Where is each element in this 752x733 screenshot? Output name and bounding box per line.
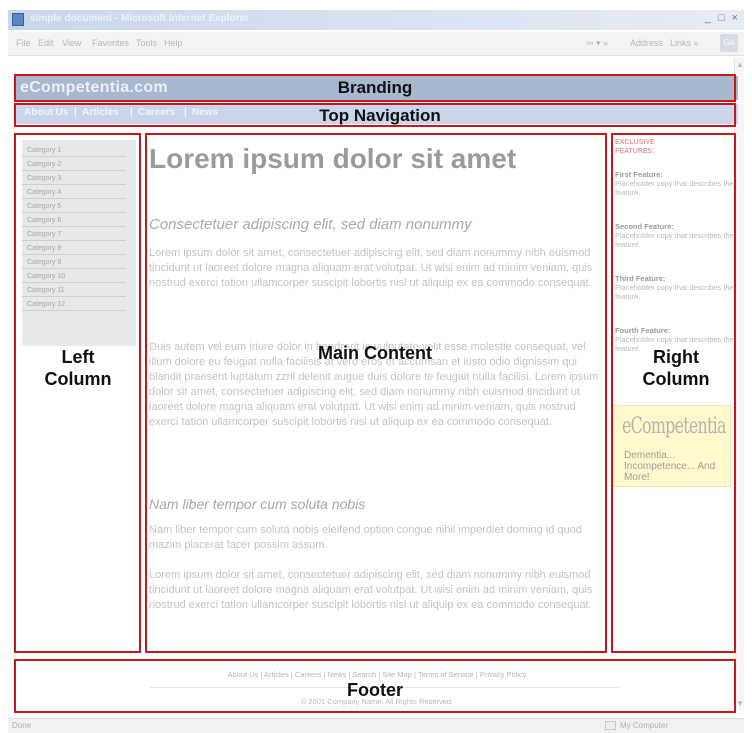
ie-document-icon xyxy=(12,13,24,26)
menu-bar: File Edit View Favorites Tools Help ⇦ ▾ … xyxy=(8,32,744,56)
status-text: Done xyxy=(12,721,32,730)
menu-help[interactable]: Help xyxy=(164,38,183,48)
menu-favorites[interactable]: Favorites xyxy=(92,38,129,48)
left-column-label: Left Column xyxy=(44,347,112,389)
main-content-label: Main Content xyxy=(318,343,432,363)
menu-file[interactable]: File xyxy=(16,38,31,48)
menu-tools[interactable]: Tools xyxy=(136,38,157,48)
window-controls[interactable]: _ □ × xyxy=(705,12,740,24)
go-button[interactable]: Go xyxy=(720,34,738,52)
links-label[interactable]: Links » xyxy=(670,38,699,48)
menu-edit[interactable]: Edit xyxy=(38,38,54,48)
left-column-region-outline xyxy=(14,133,141,653)
window-title: simple document - Microsoft Internet Exp… xyxy=(30,13,249,24)
branding-label: Branding xyxy=(337,78,413,97)
security-zone: My Computer xyxy=(620,721,669,730)
scroll-up-icon[interactable]: ▲ xyxy=(736,60,744,69)
window-titlebar: simple document - Microsoft Internet Exp… xyxy=(8,10,744,30)
footer-label: Footer xyxy=(347,680,403,700)
address-label[interactable]: Address xyxy=(630,38,663,48)
status-bar: Done My Computer xyxy=(8,718,744,733)
main-content-region-outline xyxy=(145,133,607,653)
right-column-label: Right Column xyxy=(642,347,710,389)
back-forward-button[interactable]: ⇦ ▾ » xyxy=(586,38,608,49)
right-column-region-outline xyxy=(611,133,736,653)
computer-icon xyxy=(605,721,616,730)
top-navigation-label: Top Navigation xyxy=(319,106,441,125)
menu-view[interactable]: View xyxy=(62,38,81,48)
